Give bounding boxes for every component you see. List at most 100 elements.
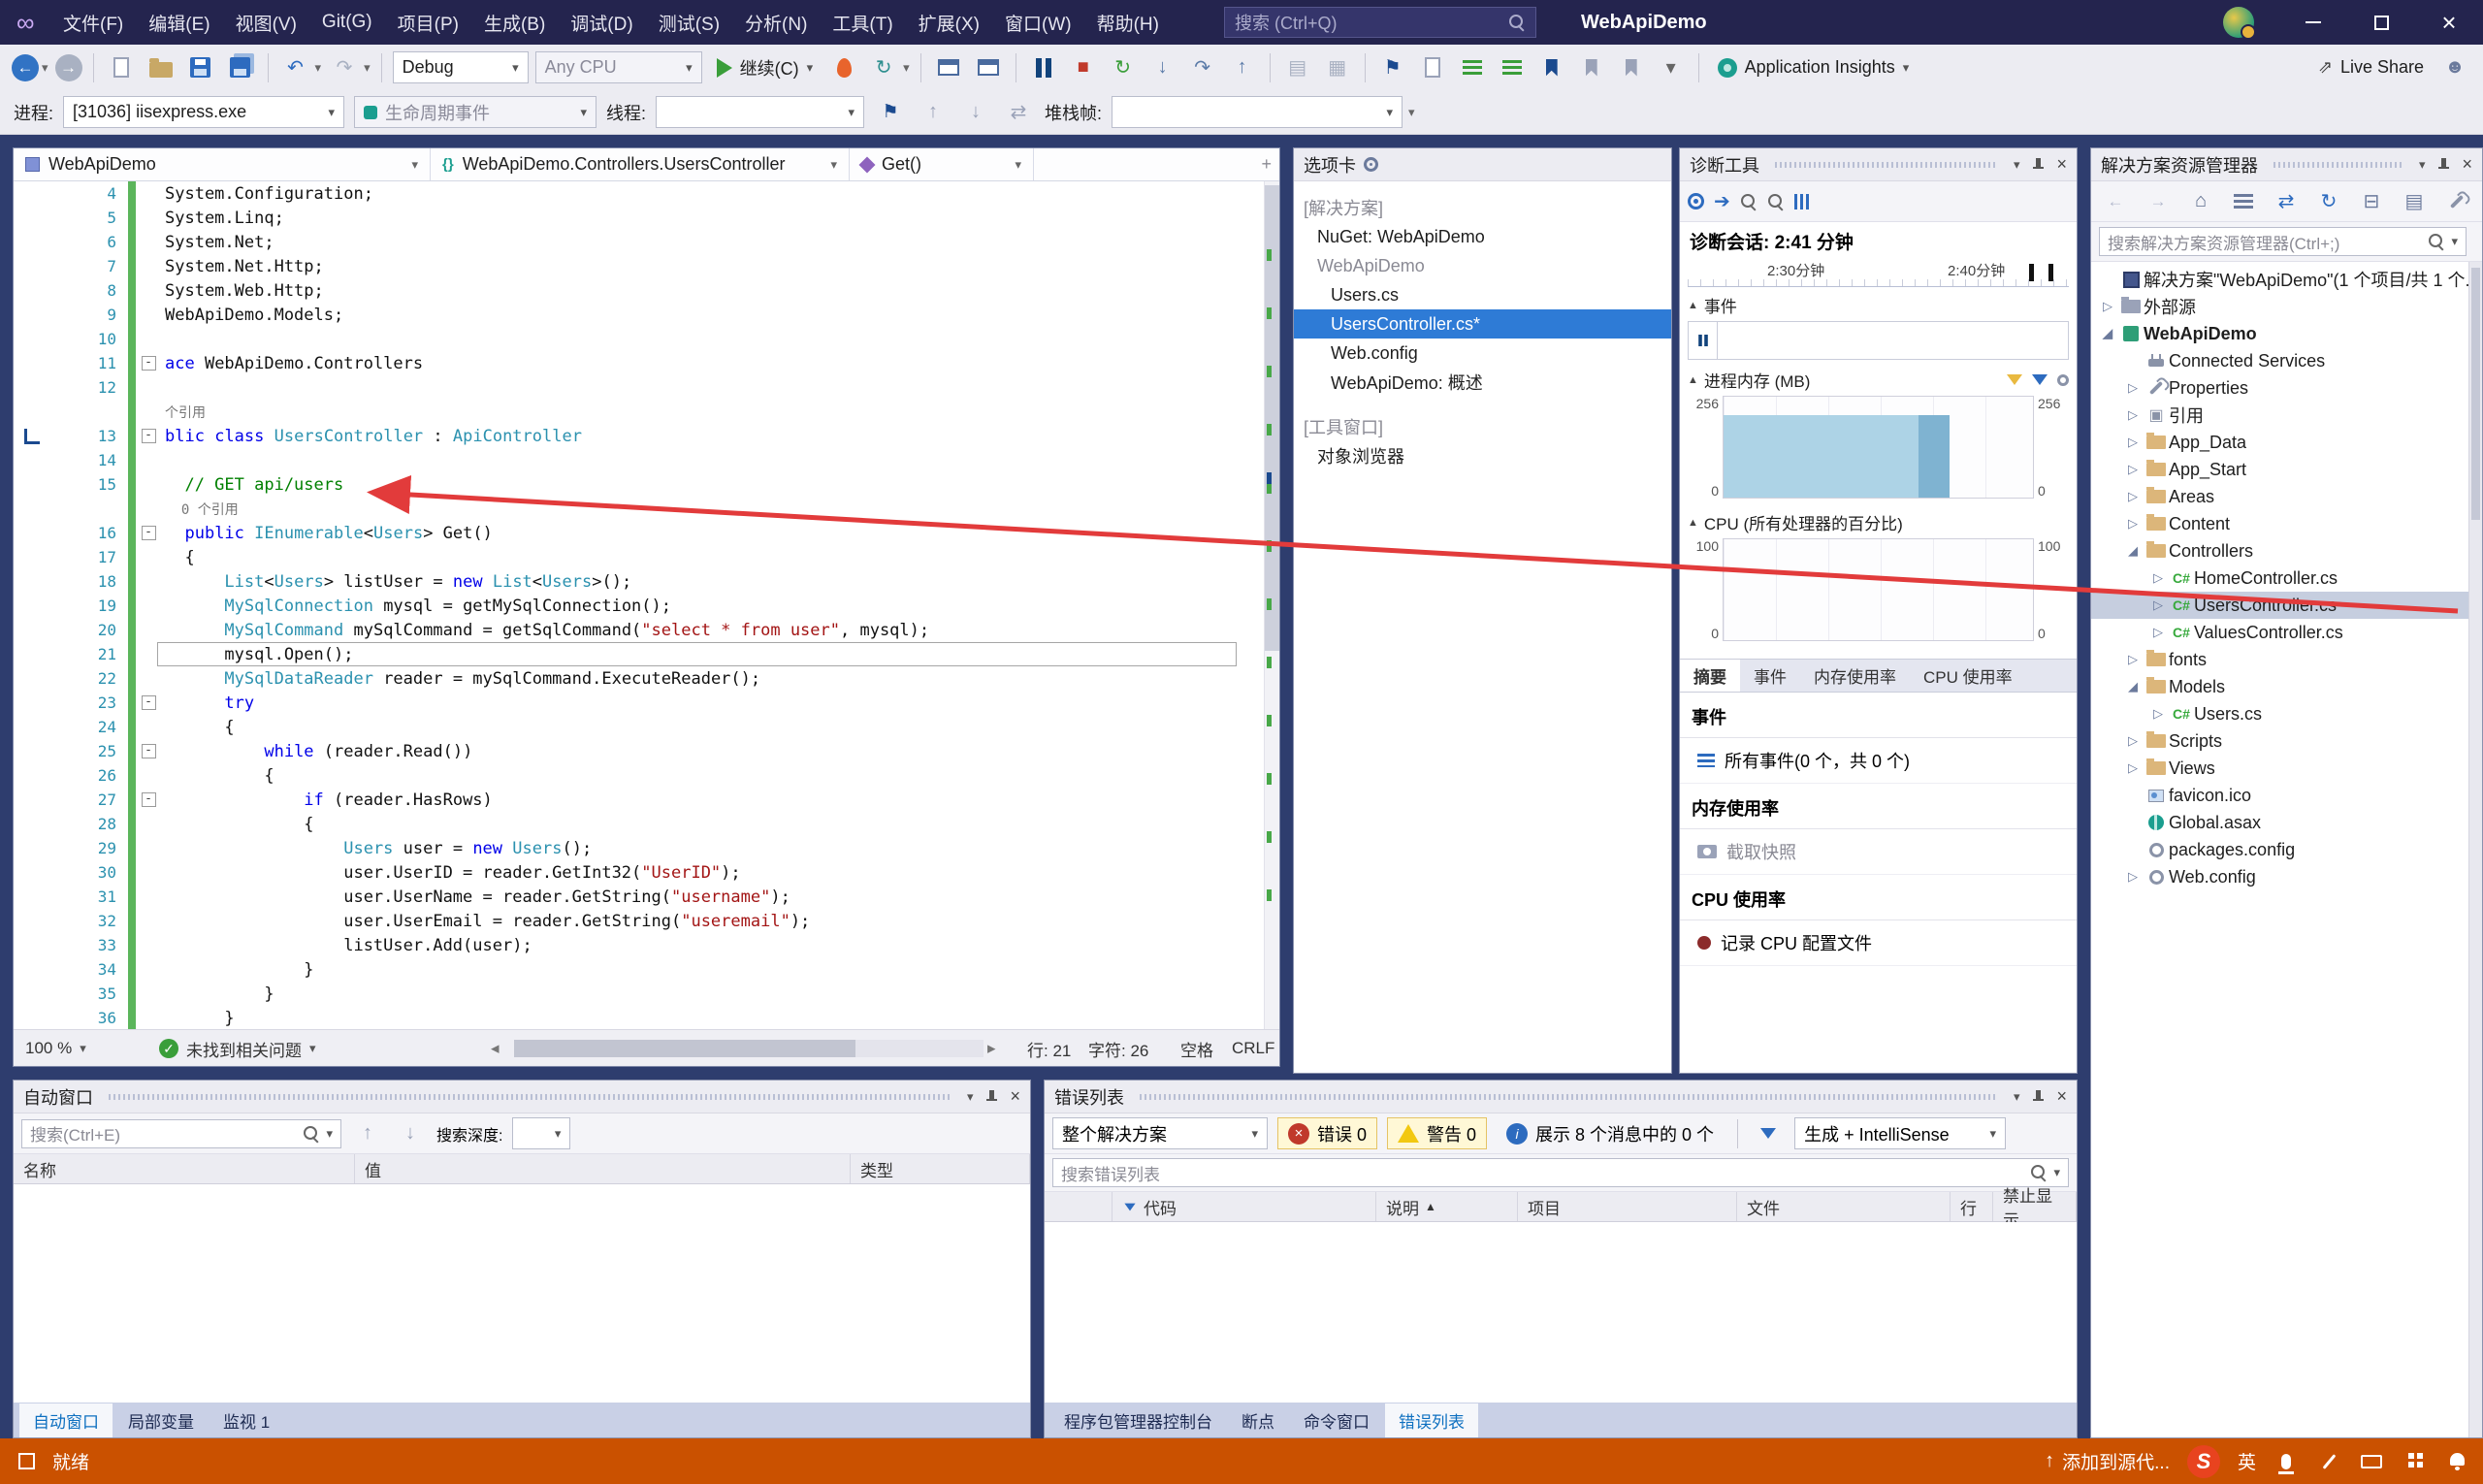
thread-dropdown[interactable]: ▾ bbox=[656, 96, 864, 128]
pin-icon[interactable] bbox=[2031, 157, 2045, 173]
search-depth-dropdown[interactable]: ▾ bbox=[512, 1117, 570, 1149]
error-column-4[interactable]: 文件 bbox=[1737, 1192, 1951, 1221]
autos-search-box[interactable]: 搜索(Ctrl+E) ▾ bbox=[21, 1119, 341, 1148]
cpu-section-label[interactable]: ▲CPU (所有处理器的百分比) bbox=[1680, 504, 2077, 536]
tree-views[interactable]: ▷Views bbox=[2091, 755, 2482, 782]
code-line-26[interactable]: 26 { bbox=[14, 763, 1264, 788]
codelens-row[interactable]: 0 个引用 bbox=[14, 497, 1264, 521]
nav-class-dropdown[interactable]: {} WebApiDemo.Controllers.UsersControlle… bbox=[431, 148, 850, 180]
tree-valuescontroller-cs[interactable]: ▷C#ValuesController.cs bbox=[2091, 619, 2482, 646]
collapse-all-icon[interactable]: ⊟ bbox=[2355, 185, 2388, 218]
tree-app-start[interactable]: ▷App_Start bbox=[2091, 456, 2482, 483]
menu-item-0[interactable]: 文件(F) bbox=[50, 0, 136, 45]
bookmark-overflow-button[interactable]: ▾ bbox=[1655, 51, 1688, 84]
eol-indicator[interactable]: CRLF bbox=[1232, 1030, 1274, 1067]
toolbar-overflow-icon[interactable]: ▾ bbox=[1408, 105, 1415, 120]
code-area[interactable]: 4System.Configuration;5System.Linq;6Syst… bbox=[14, 181, 1264, 1029]
stop-debugging-button[interactable]: ■ bbox=[1067, 51, 1100, 84]
error-list-body[interactable] bbox=[1045, 1222, 2077, 1403]
code-line-7[interactable]: 7System.Net.Http; bbox=[14, 254, 1264, 278]
save-button[interactable] bbox=[184, 51, 217, 84]
menu-item-11[interactable]: 窗口(W) bbox=[992, 0, 1084, 45]
code-line-20[interactable]: 20 MySqlCommand mySqlCommand = getSqlCom… bbox=[14, 618, 1264, 642]
pen-input-icon[interactable] bbox=[2316, 1447, 2341, 1476]
pin-icon[interactable] bbox=[984, 1089, 998, 1105]
tree-chevron-icon[interactable]: ▷ bbox=[2147, 625, 2169, 640]
document-outline-button[interactable] bbox=[1416, 51, 1449, 84]
menu-item-6[interactable]: 调试(D) bbox=[558, 0, 645, 45]
code-line-11[interactable]: 11-ace WebApiDemo.Controllers bbox=[14, 351, 1264, 375]
tabcard-item-object-browser[interactable]: 对象浏览器 bbox=[1294, 441, 1671, 470]
memory-filter-yellow-icon[interactable] bbox=[2007, 374, 2022, 385]
sogou-ime-icon[interactable]: S bbox=[2187, 1445, 2220, 1478]
lifecycle-events-dropdown[interactable]: 生命周期事件▾ bbox=[354, 96, 597, 128]
test-explorer-button[interactable]: ▦ bbox=[1321, 51, 1354, 84]
tabcard-item-nuget[interactable]: NuGet: WebApiDemo bbox=[1294, 222, 1671, 251]
fold-collapse-icon[interactable]: - bbox=[142, 792, 156, 807]
chart-icon[interactable] bbox=[1794, 194, 1812, 210]
autos-column-0[interactable]: 名称 bbox=[14, 1154, 355, 1183]
fold-collapse-icon[interactable]: - bbox=[142, 429, 156, 443]
code-line-32[interactable]: 32 user.UserEmail = reader.GetString("us… bbox=[14, 909, 1264, 933]
nav-back-icon[interactable]: ← bbox=[2099, 185, 2132, 218]
error-column-2[interactable]: 说明▲ bbox=[1376, 1192, 1518, 1221]
fold-collapse-icon[interactable]: - bbox=[142, 526, 156, 540]
feedback-icon[interactable]: ☻ bbox=[2438, 51, 2471, 84]
memory-legend-icon[interactable] bbox=[2057, 374, 2069, 386]
messages-filter-button[interactable]: i 展示 8 个消息中的 0 个 bbox=[1497, 1117, 1724, 1149]
tree-chevron-icon[interactable]: ▷ bbox=[2147, 706, 2169, 722]
tree-scripts[interactable]: ▷Scripts bbox=[2091, 727, 2482, 755]
error-list-tab-0[interactable]: 程序包管理器控制台 bbox=[1050, 1403, 1226, 1437]
code-line-33[interactable]: 33 listUser.Add(user); bbox=[14, 933, 1264, 957]
sync-with-active-icon[interactable]: ⇄ bbox=[2270, 185, 2303, 218]
switch-views-icon[interactable] bbox=[2227, 185, 2260, 218]
hscroll-thumb[interactable] bbox=[514, 1040, 855, 1057]
live-share-button[interactable]: ⇗Live Share bbox=[2310, 51, 2432, 84]
diag-tab-3[interactable]: CPU 使用率 bbox=[1910, 660, 2026, 692]
code-line-31[interactable]: 31 user.UserName = reader.GetString("use… bbox=[14, 885, 1264, 909]
add-to-source-control-button[interactable]: ↑ 添加到源代... bbox=[2045, 1448, 2170, 1474]
code-window-button[interactable] bbox=[932, 51, 965, 84]
menu-item-1[interactable]: 编辑(E) bbox=[136, 0, 222, 45]
microphone-icon[interactable] bbox=[2273, 1447, 2299, 1476]
tree-chevron-icon[interactable]: ▷ bbox=[2122, 733, 2144, 749]
tree-homecontroller-cs[interactable]: ▷C#HomeController.cs bbox=[2091, 565, 2482, 592]
menu-item-10[interactable]: 扩展(X) bbox=[906, 0, 992, 45]
menu-item-8[interactable]: 分析(N) bbox=[732, 0, 820, 45]
spaces-indicator[interactable]: 空格 bbox=[1180, 1030, 1213, 1067]
solution-scrollbar[interactable] bbox=[2468, 262, 2482, 1437]
home-icon[interactable]: ⌂ bbox=[2184, 185, 2217, 218]
redo-button-caret[interactable]: ▾ bbox=[364, 60, 371, 76]
code-line-27[interactable]: 27- if (reader.HasRows) bbox=[14, 788, 1264, 812]
fold-collapse-icon[interactable]: - bbox=[142, 356, 156, 371]
tabcard-item-userscontroller-cs[interactable]: UsersController.cs* bbox=[1294, 309, 1671, 339]
tree-chevron-icon[interactable]: ▷ bbox=[2122, 516, 2144, 532]
ime-language-indicator[interactable]: 英 bbox=[2238, 1448, 2256, 1474]
code-line-5[interactable]: 5System.Linq; bbox=[14, 206, 1264, 230]
error-list-tab-2[interactable]: 命令窗口 bbox=[1290, 1403, 1383, 1437]
tree-chevron-icon[interactable]: ◢ bbox=[2122, 543, 2144, 559]
error-column-0[interactable] bbox=[1045, 1192, 1113, 1221]
scope-dropdown[interactable]: 整个解决方案▾ bbox=[1052, 1117, 1268, 1149]
tree-solution-root[interactable]: 解决方案"WebApiDemo"(1 个项目/共 1 个... bbox=[2091, 266, 2482, 293]
user-avatar[interactable] bbox=[2223, 7, 2254, 38]
keyboard-icon[interactable] bbox=[2359, 1447, 2384, 1476]
tree-external-sources[interactable]: ▷外部源 bbox=[2091, 293, 2482, 320]
tree-chevron-icon[interactable]: ▷ bbox=[2122, 435, 2144, 450]
take-snapshot-link[interactable]: 截取快照 bbox=[1680, 829, 2077, 875]
code-line-24[interactable]: 24 { bbox=[14, 715, 1264, 739]
search-down-icon[interactable]: ↓ bbox=[394, 1117, 427, 1150]
nav-forward-button[interactable]: → bbox=[55, 54, 82, 81]
undo-button-caret[interactable]: ▾ bbox=[315, 60, 322, 76]
quick-search-box[interactable]: 搜索 (Ctrl+Q) bbox=[1224, 7, 1536, 38]
chevron-down-icon[interactable]: ▾ bbox=[2014, 157, 2020, 173]
menu-item-4[interactable]: 项目(P) bbox=[385, 0, 471, 45]
codelens-row[interactable]: 个引用 bbox=[14, 400, 1264, 424]
error-column-3[interactable]: 项目 bbox=[1518, 1192, 1737, 1221]
status-window-icon[interactable] bbox=[14, 1447, 39, 1476]
code-line-18[interactable]: 18 List<Users> listUser = new List<Users… bbox=[14, 569, 1264, 594]
diagnostics-button[interactable]: ▤ bbox=[1281, 51, 1314, 84]
tree-userscontroller-cs[interactable]: ▷C#UsersController.cs bbox=[2091, 592, 2482, 619]
solution-search-box[interactable]: 搜索解决方案资源管理器(Ctrl+;) ▾ bbox=[2099, 227, 2467, 256]
tabcard-item-users-cs[interactable]: Users.cs bbox=[1294, 280, 1671, 309]
